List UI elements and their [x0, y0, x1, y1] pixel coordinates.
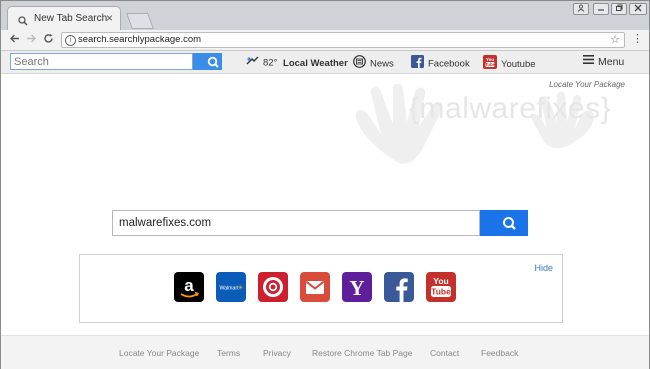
svg-text:You: You [433, 276, 448, 286]
footer: Locate Your Package Terms Privacy Restor… [1, 335, 649, 369]
youtube-link[interactable]: You Tube Youtube [483, 55, 536, 74]
tab-title: New Tab Search [34, 13, 108, 24]
reload-icon[interactable] [43, 32, 54, 48]
search-icon [207, 56, 219, 68]
footer-link-locate-package[interactable]: Locate Your Package [119, 348, 199, 358]
news-link[interactable]: News [353, 55, 394, 73]
youtube-label: Youtube [501, 59, 536, 71]
watermark-text: {malwarefixes} [409, 92, 612, 125]
menu-button[interactable]: Menu [583, 55, 624, 70]
toolbar-search-button[interactable] [193, 53, 222, 70]
main-search-input[interactable] [112, 210, 480, 236]
target-shortcut-icon[interactable] [258, 272, 288, 302]
minimize-icon[interactable] [593, 3, 609, 15]
weather-label: Local Weather [283, 57, 348, 69]
footer-link-privacy[interactable]: Privacy [263, 348, 291, 358]
locate-package-link[interactable]: Locate Your Package [549, 80, 625, 89]
facebook-label: Facebook [428, 58, 470, 70]
footer-link-contact[interactable]: Contact [430, 348, 459, 358]
back-icon[interactable] [9, 32, 20, 48]
info-icon[interactable]: i [65, 35, 76, 46]
footer-link-restore-tab[interactable]: Restore Chrome Tab Page [312, 348, 412, 358]
news-icon [353, 55, 366, 73]
news-label: News [370, 58, 394, 70]
url-field[interactable]: i search.searchlypackage.com ☆ [61, 32, 625, 48]
extension-toolbar: 82° Local Weather News Facebook YouTube … [1, 51, 649, 74]
browser-menu-icon[interactable]: ⋮ [632, 32, 643, 45]
walmart-logo-text: Walmart [219, 286, 239, 292]
svg-text:✳: ✳ [238, 285, 243, 292]
forward-icon[interactable] [26, 32, 37, 48]
toolbar-search-input[interactable] [10, 53, 193, 70]
svg-text:Tube: Tube [431, 287, 451, 297]
address-bar: i search.searchlypackage.com ☆ ⋮ [1, 30, 649, 51]
close-window-icon[interactable] [629, 3, 647, 15]
youtube-shortcut-icon[interactable]: You Tube [426, 272, 456, 302]
profile-icon[interactable] [573, 3, 589, 15]
menu-label: Menu [598, 56, 625, 68]
svg-text:Tube: Tube [485, 62, 495, 67]
main-search-button[interactable] [480, 210, 528, 236]
tab-strip: New Tab Search × [1, 1, 649, 30]
amazon-shortcut-icon[interactable]: a [174, 272, 204, 302]
restore-icon[interactable] [611, 3, 627, 15]
weather-icon [245, 55, 259, 71]
hamburger-icon [583, 55, 594, 69]
svg-text:Y: Y [349, 276, 364, 300]
new-tab-button[interactable] [126, 13, 154, 29]
facebook-icon [411, 55, 424, 73]
bookmark-star-icon[interactable]: ☆ [610, 33, 620, 46]
facebook-shortcut-icon[interactable] [384, 272, 414, 302]
tab-close-icon[interactable]: × [106, 11, 113, 25]
youtube-icon: You Tube [483, 55, 497, 74]
footer-link-terms[interactable]: Terms [217, 348, 240, 358]
weather-widget[interactable]: 82° Local Weather [245, 55, 348, 71]
search-icon [503, 217, 516, 230]
gmail-shortcut-icon[interactable] [300, 272, 330, 302]
search-icon [18, 13, 28, 31]
shortcuts-panel: Hide a Walmart ✳ Y You Tube [79, 254, 563, 323]
yahoo-shortcut-icon[interactable]: Y [342, 272, 372, 302]
tab-new-tab-search[interactable]: New Tab Search × [7, 6, 121, 30]
browser-window: New Tab Search × i search.searchlypackag… [0, 0, 650, 369]
facebook-link[interactable]: Facebook [411, 55, 470, 73]
hide-link[interactable]: Hide [534, 263, 553, 273]
footer-link-feedback[interactable]: Feedback [481, 348, 518, 358]
weather-temp: 82° [263, 57, 278, 69]
url-text: search.searchlypackage.com [78, 34, 202, 45]
walmart-shortcut-icon[interactable]: Walmart ✳ [216, 272, 246, 302]
main-content: {malwarefixes} Locate Your Package Hide … [1, 74, 649, 334]
svg-text:a: a [184, 276, 194, 295]
